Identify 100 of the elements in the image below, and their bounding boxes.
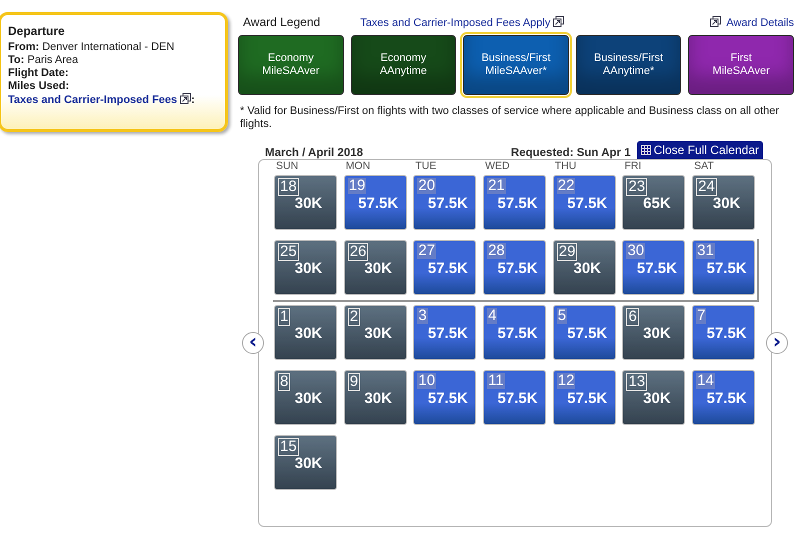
day-tile[interactable]: 19 57.5K [344,175,407,230]
day-tile[interactable]: 7 57.5K [692,305,756,360]
miles-price: 30K [294,390,324,407]
day-number: 11 [487,373,505,389]
day-tile[interactable]: 31 57.5K [692,240,756,295]
miles-price: 57.5K [566,390,608,407]
day-number: 5 [556,308,568,324]
day-number: 3 [417,308,428,324]
miles-price: 30K [572,260,602,277]
day-tile[interactable]: 2 30K [344,305,407,360]
day-tile[interactable]: 6 30K [622,305,686,360]
day-number: 14 [696,373,715,389]
miles-price: 57.5K [566,195,608,212]
field-label: From: [8,41,40,53]
miles-price: 57.5K [706,260,748,277]
day-tile[interactable]: 26 30K [344,240,407,295]
miles-price: 30K [363,325,393,342]
legend-tile[interactable]: Economy AAnytime [350,35,456,95]
miles-price: 30K [294,455,324,472]
legend-tile[interactable]: Economy MileSAAver [238,35,344,95]
miles-price: 30K [294,325,324,342]
miles-price: 30K [712,195,742,212]
miles-price: 57.5K [636,260,678,277]
day-tile[interactable]: 18 30K [274,175,337,230]
day-number: 29 [556,243,578,261]
day-number: 7 [696,308,706,324]
legend-title: Award Legend [243,15,320,29]
day-number: 27 [417,243,436,259]
weekday-label: TUE [415,160,438,174]
award-details-link[interactable]: Award Details [710,16,794,28]
legend-tile[interactable]: First MileSAAver [688,35,794,95]
legend-tile[interactable]: Business/First MileSAAver* [463,35,569,95]
miles-price: 57.5K [426,260,469,277]
miles-price: 57.5K [426,325,469,342]
day-tile[interactable]: 15 30K [274,435,337,490]
day-number: 13 [626,373,648,391]
day-tile[interactable]: 24 30K [692,175,756,230]
day-tile[interactable]: 12 57.5K [552,370,616,425]
weekday-label: THU [554,160,578,174]
external-link-icon [180,93,192,104]
calendar-icon [640,145,651,155]
legend-tile[interactable]: Business/First AAnytime* [576,35,682,95]
day-tile[interactable]: 21 57.5K [483,175,546,230]
field-label: Miles Used: [8,80,70,92]
day-tile[interactable]: 4 57.5K [483,305,546,360]
day-tile[interactable]: 22 57.5K [552,175,616,230]
weekday-label: MON [346,160,372,174]
day-tile[interactable]: 13 30K [622,370,686,425]
miles-price: 57.5K [496,195,539,212]
external-link-icon [553,16,564,26]
day-tile[interactable]: 10 57.5K [413,370,476,425]
day-tile[interactable]: 20 57.5K [413,175,476,230]
day-tile[interactable]: 1 30K [274,305,337,360]
day-tile[interactable]: 5 57.5K [552,305,616,360]
weekday-label: SAT [694,160,715,174]
close-calendar-button[interactable]: Close Full Calendar [636,141,763,159]
day-number: 25 [278,243,299,261]
miles-price: 57.5K [496,260,539,277]
miles-price: 30K [294,260,324,277]
miles-price: 30K [363,390,393,407]
day-tile[interactable]: 27 57.5K [413,240,476,295]
day-tile[interactable]: 3 57.5K [413,305,476,360]
miles-price: 57.5K [706,325,748,342]
weekday-label: SUN [276,160,300,174]
miles-price: 57.5K [496,325,539,342]
day-tile[interactable]: 23 65K [622,175,686,230]
fees-apply-link[interactable]: Taxes and Carrier-Imposed Fees Apply [360,16,564,28]
day-tile[interactable]: 14 57.5K [692,370,756,425]
day-number: 18 [278,178,299,196]
miles-price: 57.5K [706,390,748,407]
fees-link[interactable]: Taxes and Carrier-Imposed Fees [8,94,192,106]
field-label: Flight Date: [8,67,68,79]
day-number: 21 [487,178,506,194]
day-number: 9 [348,373,360,391]
day-number: 2 [348,308,360,326]
day-number: 23 [626,178,648,196]
day-tile[interactable]: 11 57.5K [483,370,546,425]
day-tile[interactable]: 29 30K [552,240,616,295]
miles-price: 30K [294,195,324,212]
day-tile[interactable]: 8 30K [274,370,337,425]
previous-button[interactable]: ‹ [242,332,264,354]
day-number: 1 [278,308,290,326]
external-link-icon [710,16,722,26]
next-button[interactable]: › [766,332,788,354]
day-number: 4 [487,308,498,324]
miles-price: 30K [363,260,393,277]
day-number: 6 [626,308,639,326]
day-tile[interactable]: 28 57.5K [483,240,546,295]
weekday-label: WED [485,160,511,174]
field-value: Paris Area [27,54,78,66]
day-tile[interactable]: 25 30K [274,240,337,295]
day-number: 15 [278,438,299,456]
day-tile[interactable]: 30 57.5K [622,240,686,295]
miles-price: 30K [642,390,672,407]
day-number: 8 [278,373,290,391]
day-tile[interactable]: 9 30K [344,370,407,425]
day-number: 22 [556,178,576,194]
day-number: 30 [626,243,646,259]
day-number: 12 [556,373,576,389]
field-value: Denver International - DEN [42,41,174,53]
